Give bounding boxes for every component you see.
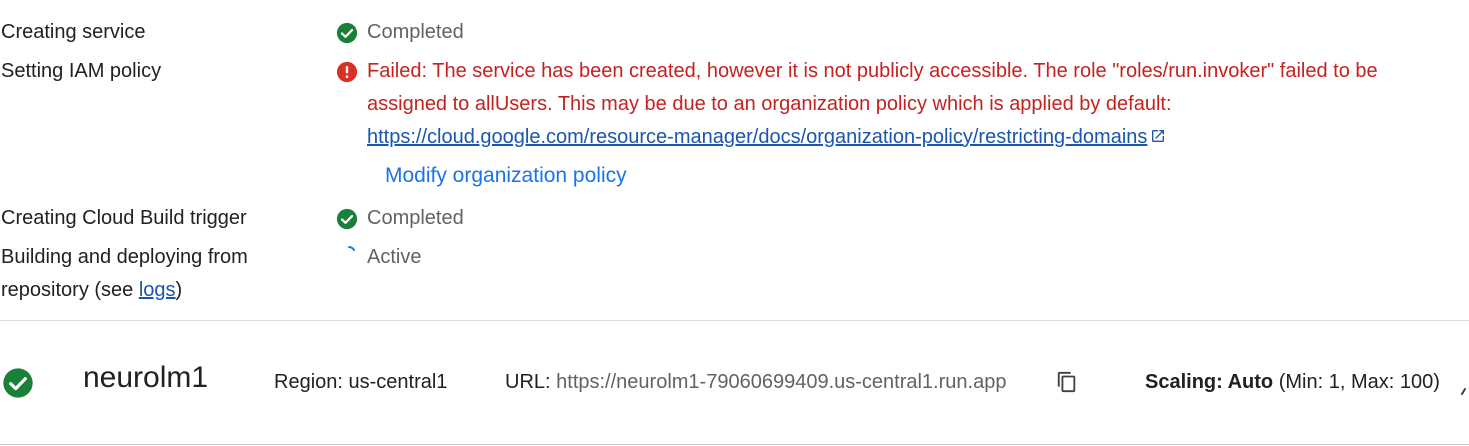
open-in-new-icon (1152, 130, 1165, 142)
spinner-icon (348, 246, 355, 251)
error-circle-icon (336, 61, 358, 83)
step-status: Failed: The service has been created, ho… (336, 55, 1447, 154)
step-status: Completed (336, 202, 464, 235)
step-label: Setting IAM policy (1, 60, 162, 82)
service-scaling: Scaling: Auto (Min: 1, Max: 100) (1145, 368, 1440, 396)
step-label: Creating Cloud Build trigger (1, 207, 247, 229)
status-text: Completed (367, 207, 464, 229)
label-suffix: ) (175, 279, 183, 301)
url-value[interactable]: https://neurolm1-79060699409.us-central1… (556, 371, 1006, 393)
step-label: Creating service (1, 21, 146, 43)
service-url: URL: https://neurolm1-79060699409.us-cen… (505, 368, 1006, 396)
scaling-detail: (Min: 1, Max: 100) (1278, 371, 1440, 393)
service-name: neurolm1 (83, 361, 209, 394)
status-text: Completed (367, 21, 464, 43)
status-text: Active (367, 246, 422, 268)
logs-link[interactable]: logs (139, 279, 176, 301)
check-circle-icon (336, 208, 358, 230)
service-region: Region: us-central1 (274, 371, 448, 393)
chevron-up-icon[interactable] (1461, 384, 1469, 398)
step-status: Completed (336, 16, 464, 49)
copy-icon[interactable] (1056, 370, 1078, 394)
scaling-label: Scaling: Auto (1145, 371, 1274, 393)
url-label: URL: (505, 371, 551, 393)
modify-organization-policy-link[interactable]: Modify organization policy (385, 159, 627, 192)
check-circle-icon (3, 368, 33, 398)
failed-message: Failed: The service has been created, ho… (367, 55, 1447, 154)
bottom-divider (0, 444, 1469, 445)
label-text: Building and deploying from repository (… (1, 246, 248, 301)
check-circle-icon (336, 22, 358, 44)
step-label: Building and deploying from repository (… (1, 241, 301, 307)
failed-text: Failed: The service has been created, ho… (367, 60, 1378, 115)
restricting-domains-link[interactable]: https://cloud.google.com/resource-manage… (367, 126, 1166, 148)
step-status: Active (367, 241, 421, 274)
service-summary: neurolm1 Region: us-central1 URL: https:… (0, 346, 1469, 416)
link-text[interactable]: https://cloud.google.com/resource-manage… (367, 126, 1147, 148)
divider (0, 320, 1469, 321)
